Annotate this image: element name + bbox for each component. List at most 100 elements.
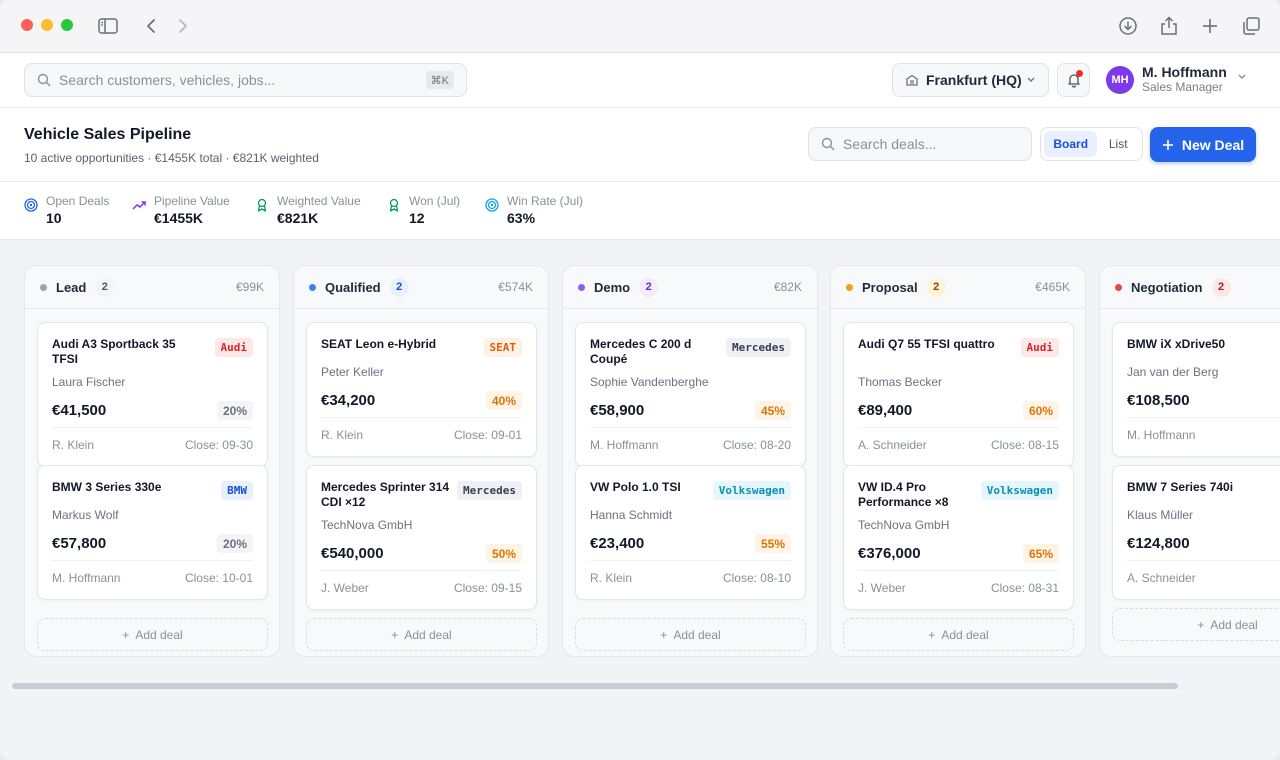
deal-card[interactable]: SEAT Leon e-Hybrid SEAT Peter Keller €34,20… [306, 322, 537, 457]
deal-owner: J. Weber [321, 581, 369, 595]
probability-badge: 40% [485, 391, 522, 410]
deal-amount: €57,800 [52, 535, 107, 552]
brand-badge: Volkswagen [712, 481, 791, 500]
card-divider [321, 570, 522, 571]
deal-card[interactable]: Mercedes C 200 d Coupé Mercedes Sophie Van… [575, 322, 806, 467]
probability-badge: 50% [485, 544, 522, 563]
column-header: Qualified 2 €574K [294, 266, 548, 309]
tabs-overview-icon[interactable] [1240, 15, 1262, 37]
card-divider [858, 427, 1059, 428]
deal-owner: M. Hoffmann [590, 438, 659, 452]
maximize-window-button[interactable] [61, 19, 73, 31]
user-role: Sales Manager [1142, 80, 1223, 94]
column-title: Proposal [862, 279, 918, 295]
stat-label: Pipeline Value [154, 194, 230, 208]
plus-icon: + [660, 627, 668, 642]
deal-customer: Thomas Becker [858, 375, 943, 389]
add-deal-button[interactable]: + Add deal [37, 618, 268, 651]
deal-owner: J. Weber [858, 581, 906, 595]
pipeline-column-negotiation: Negotiation 2 BMW iX xDrive50 Jan van der B… [1099, 265, 1280, 657]
share-icon[interactable] [1158, 15, 1180, 37]
deal-title: SEAT Leon e-Hybrid [321, 337, 437, 351]
board-view-button[interactable]: Board [1044, 131, 1098, 157]
forward-icon[interactable] [172, 15, 194, 37]
card-divider [1127, 417, 1280, 418]
deal-amount: €58,900 [590, 402, 645, 419]
deal-amount: €41,500 [52, 402, 107, 419]
list-view-button[interactable]: List [1097, 131, 1139, 157]
back-icon[interactable] [140, 15, 162, 37]
deal-card[interactable]: BMW 3 Series 330e BMW Markus Wolf €57,800 20… [37, 465, 268, 600]
page-title: Vehicle Sales Pipeline [24, 126, 192, 143]
close-window-button[interactable] [21, 19, 33, 31]
probability-badge: 65% [1022, 544, 1059, 563]
user-menu[interactable]: MH M. Hoffmann Sales Manager [1106, 64, 1246, 95]
stat-value: 10 [46, 210, 62, 226]
deal-card[interactable]: BMW 7 Series 740i Klaus Müller €124,800 A. … [1112, 465, 1280, 600]
notification-dot [1076, 70, 1083, 77]
card-divider [52, 560, 253, 561]
card-divider [321, 417, 522, 418]
column-header: Negotiation 2 [1100, 266, 1280, 309]
global-search-input[interactable]: Search customers, vehicles, jobs... ⌘K [24, 63, 467, 97]
deal-customer: TechNova GmbH [321, 518, 413, 532]
deal-owner: R. Klein [590, 571, 633, 585]
target-icon [24, 198, 38, 212]
column-title: Qualified [325, 279, 381, 295]
search-icon [821, 137, 835, 151]
deal-customer: Jan van der Berg [1127, 365, 1219, 379]
stage-dot [1115, 283, 1122, 291]
add-deal-label: Add deal [135, 627, 183, 642]
deal-card[interactable]: Audi A3 Sportback 35 TFSI Audi Laura Fisch… [37, 322, 268, 467]
column-title: Negotiation [1131, 279, 1203, 295]
brand-badge: SEAT [483, 338, 522, 357]
stat-value: 63% [507, 210, 536, 226]
window-controls [21, 19, 73, 31]
stat-win-rate: Win Rate (Jul) 63% [485, 193, 583, 227]
deal-owner: A. Schneider [1127, 571, 1196, 585]
pipeline-column-lead: Lead 2 €99K Audi A3 Sportback 35 TFSI Audi La… [24, 265, 280, 657]
stats-bar: Open Deals 10 Pipeline Value €1455K Weight… [0, 182, 1280, 240]
deal-customer: Laura Fischer [52, 375, 126, 389]
minimize-window-button[interactable] [41, 19, 53, 31]
deal-title: BMW 7 Series 740i [1127, 480, 1234, 494]
browser-toolbar [0, 0, 1280, 53]
stat-label: Weighted Value [277, 194, 361, 208]
stat-won: Won (Jul) 12 [387, 193, 460, 227]
plus-icon: + [1197, 617, 1205, 632]
deal-card[interactable]: BMW iX xDrive50 Jan van der Berg €108,500 M… [1112, 322, 1280, 457]
deal-card[interactable]: Audi Q7 55 TFSI quattro Audi Thomas Becker… [843, 322, 1074, 467]
column-title: Lead [56, 279, 87, 295]
deal-card[interactable]: Mercedes Sprinter 314 CDI ×12 Mercedes Tec… [306, 465, 537, 610]
horizontal-scrollbar[interactable] [12, 683, 1178, 689]
target-icon [485, 198, 499, 212]
deal-owner: M. Hoffmann [1127, 428, 1196, 442]
brand-badge: Mercedes [457, 481, 522, 500]
stat-weighted-value: Weighted Value €821K [255, 193, 361, 227]
add-deal-label: Add deal [404, 627, 452, 642]
add-deal-button[interactable]: + Add deal [306, 618, 537, 651]
notifications-button[interactable] [1057, 63, 1090, 97]
plus-icon: + [122, 627, 130, 642]
stat-label: Open Deals [46, 194, 110, 208]
add-deal-button[interactable]: + Add deal [1112, 608, 1280, 641]
deal-title: BMW 3 Series 330e [52, 480, 162, 494]
location-selector[interactable]: Frankfurt (HQ) [892, 63, 1049, 97]
sidebar-toggle-icon[interactable] [97, 15, 119, 37]
deal-amount: €124,800 [1127, 535, 1190, 552]
download-icon[interactable] [1117, 15, 1139, 37]
deal-title: VW ID.4 Pro Performance ×8 [858, 480, 949, 509]
deal-search-input[interactable]: Search deals... [808, 127, 1032, 161]
count-badge: 2 [389, 277, 409, 297]
add-deal-button[interactable]: + Add deal [843, 618, 1074, 651]
pipeline-column-demo: Demo 2 €82K Mercedes C 200 d Coupé Mercedes S… [562, 265, 818, 657]
probability-badge: 20% [216, 534, 253, 553]
stat-value: €1455K [154, 210, 204, 226]
new-tab-icon[interactable] [1199, 15, 1221, 37]
deal-card[interactable]: VW ID.4 Pro Performance ×8 Volkswagen Tech… [843, 465, 1074, 610]
new-deal-button[interactable]: New Deal [1150, 127, 1256, 162]
add-deal-button[interactable]: + Add deal [575, 618, 806, 651]
deal-customer: TechNova GmbH [858, 518, 950, 532]
page-header: Vehicle Sales Pipeline 10 active opportu… [0, 108, 1280, 182]
deal-card[interactable]: VW Polo 1.0 TSI Volkswagen Hanna Schmidt €2… [575, 465, 806, 600]
